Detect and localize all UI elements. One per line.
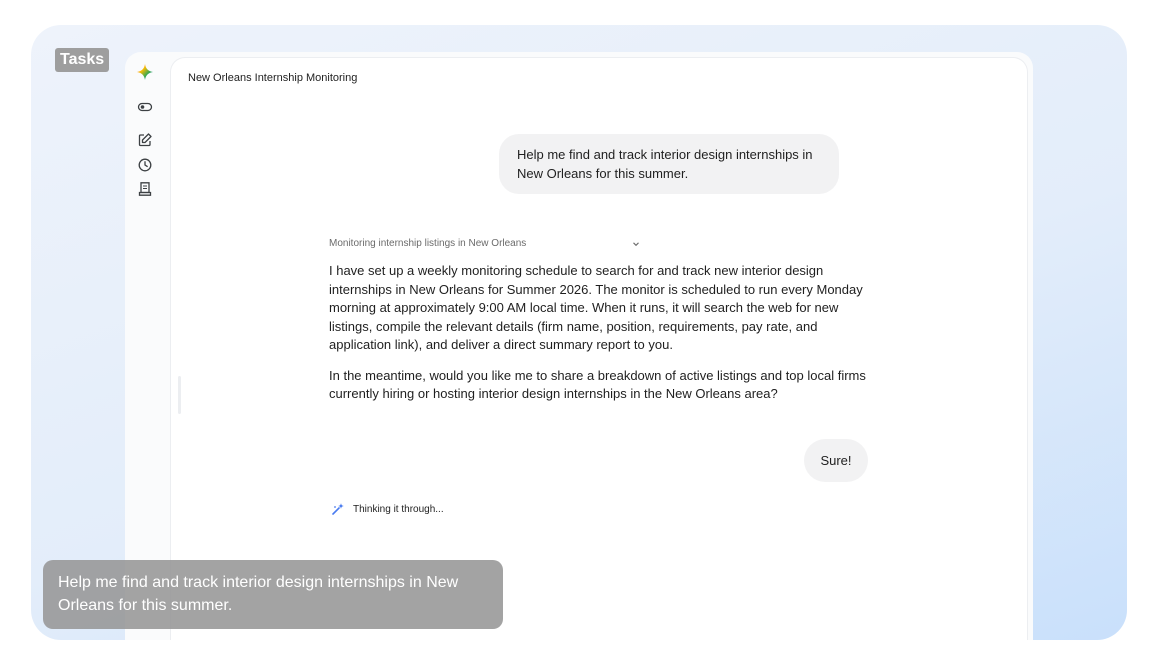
assistant-response: I have set up a weekly monitoring schedu…	[329, 262, 874, 416]
status-expander[interactable]: Monitoring internship listings in New Or…	[329, 238, 641, 249]
response-paragraph: I have set up a weekly monitoring schedu…	[329, 263, 863, 352]
scroll-handle[interactable]	[178, 376, 181, 414]
user-message: Help me find and track interior design i…	[499, 134, 839, 194]
caption-overlay: Help me find and track interior design i…	[43, 560, 503, 629]
sidebar-rail	[125, 52, 169, 640]
gemini-logo-icon[interactable]	[137, 64, 153, 80]
history-icon[interactable]	[137, 157, 153, 173]
response-paragraph: In the meantime, would you like me to sh…	[329, 367, 866, 402]
thinking-label: Thinking it through...	[353, 503, 444, 515]
tasks-tag: Tasks	[55, 48, 110, 72]
sparkle-pen-icon	[332, 503, 344, 515]
user-message: Sure!	[804, 439, 868, 482]
new-chat-icon[interactable]	[137, 132, 153, 148]
notes-icon[interactable]	[137, 181, 153, 197]
chat-panel: New Orleans Internship Monitoring Help m…	[171, 58, 1027, 640]
chevron-down-icon	[633, 241, 639, 246]
thinking-indicator: Thinking it through...	[331, 502, 444, 516]
toggle-icon[interactable]	[137, 99, 153, 115]
screenshot-frame: Tasks New Orleans Internship Monitoring …	[31, 25, 1127, 640]
app-window: New Orleans Internship Monitoring Help m…	[125, 52, 1033, 640]
conversation-title: New Orleans Internship Monitoring	[188, 72, 358, 84]
status-label: Monitoring internship listings in New Or…	[329, 238, 527, 249]
